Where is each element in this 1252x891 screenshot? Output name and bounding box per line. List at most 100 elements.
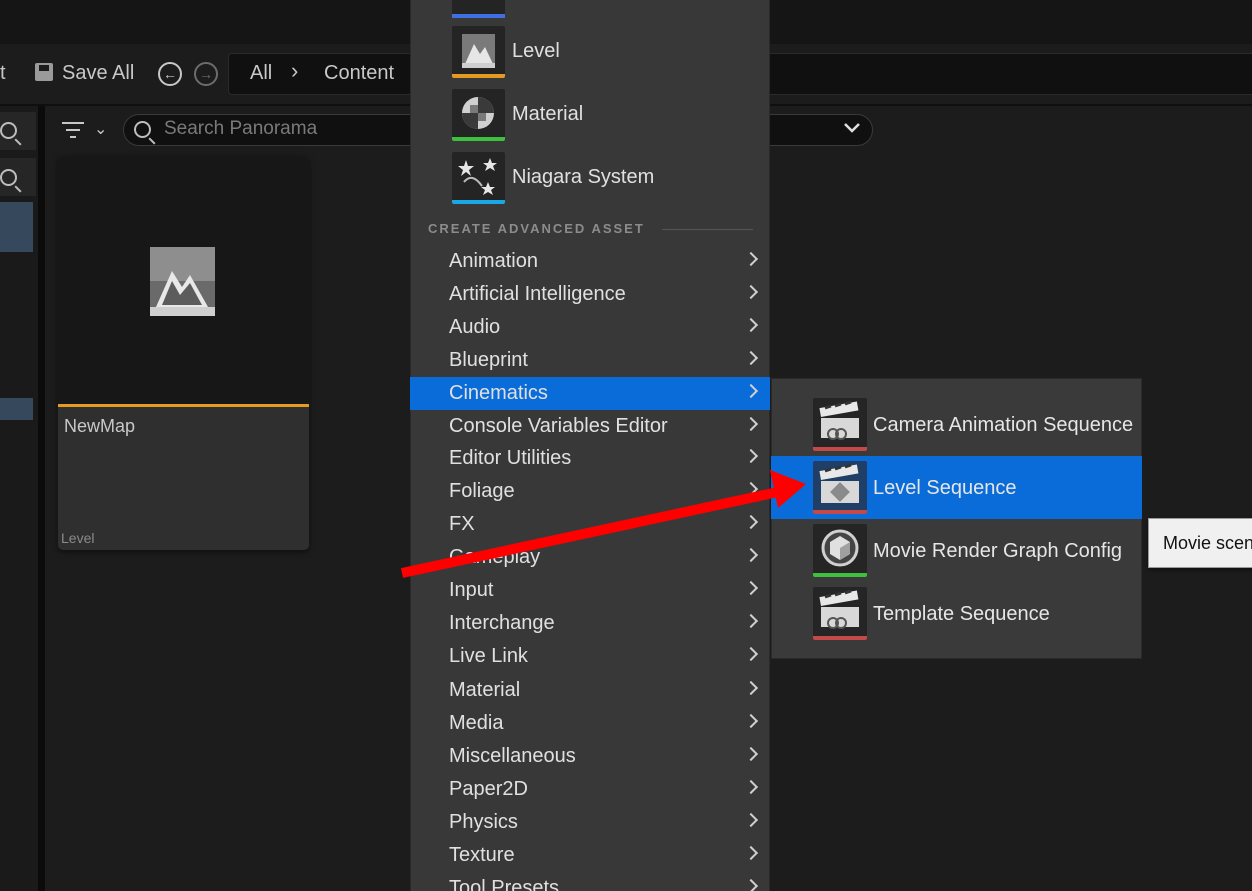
category-label: Media bbox=[449, 712, 504, 734]
submenu-item-template-sequence[interactable]: Template Sequence bbox=[771, 582, 1142, 645]
render-graph-icon bbox=[813, 524, 867, 577]
material-icon bbox=[452, 89, 505, 141]
submenu-item-label: Level Sequence bbox=[873, 477, 1017, 499]
submenu-item-movie-render-graph-config[interactable]: Movie Render Graph Config bbox=[771, 519, 1142, 582]
category-label: Tool Presets bbox=[449, 877, 560, 891]
menu-category-physics[interactable]: Physics bbox=[410, 806, 770, 839]
menu-category-input[interactable]: Input bbox=[410, 574, 770, 607]
menu-category-paper2d[interactable]: Paper2D bbox=[410, 773, 770, 806]
folder-item-highlight[interactable] bbox=[0, 398, 33, 420]
folder-item-selected[interactable] bbox=[0, 202, 33, 252]
sources-filter-search-button[interactable] bbox=[0, 158, 36, 196]
chevron-right-icon bbox=[743, 812, 759, 828]
niagara-icon bbox=[452, 152, 505, 204]
chevron-down-icon[interactable]: ⌄ bbox=[94, 119, 107, 139]
menu-item-level[interactable]: Level bbox=[410, 22, 770, 82]
category-label: Paper2D bbox=[449, 778, 528, 800]
chevron-right-icon bbox=[743, 448, 759, 464]
category-label: Input bbox=[449, 579, 494, 601]
tooltip-text: Movie scen bbox=[1163, 533, 1252, 553]
chevron-right-icon bbox=[743, 317, 759, 333]
save-icon bbox=[35, 63, 53, 81]
menu-item-label: Niagara System bbox=[512, 166, 655, 188]
chevron-right-icon bbox=[743, 547, 759, 563]
category-label: Texture bbox=[449, 844, 515, 866]
menu-category-tool-presets[interactable]: Tool Presets bbox=[410, 872, 770, 891]
chevron-right-icon bbox=[743, 514, 759, 530]
forward-arrow-icon[interactable]: → bbox=[194, 62, 218, 86]
menu-category-animation[interactable]: Animation bbox=[410, 245, 770, 278]
chevron-right-icon bbox=[743, 580, 759, 596]
submenu-item-level-sequence[interactable]: Level Sequence bbox=[771, 456, 1142, 519]
menu-category-artificial-intelligence[interactable]: Artificial Intelligence bbox=[410, 278, 770, 311]
menu-item-label: Material bbox=[512, 103, 584, 125]
toolbar-partial-label[interactable]: t bbox=[0, 63, 6, 83]
search-icon bbox=[0, 169, 17, 186]
submenu-item-label: Movie Render Graph Config bbox=[873, 540, 1123, 562]
blueprint-class-icon[interactable] bbox=[452, 0, 505, 18]
chevron-right-icon bbox=[743, 746, 759, 762]
chevron-right-icon bbox=[743, 646, 759, 662]
chevron-right-icon bbox=[743, 350, 759, 366]
menu-item-niagara-system[interactable]: Niagara System bbox=[410, 148, 770, 208]
category-label: Console Variables Editor bbox=[449, 415, 668, 437]
category-label: Foliage bbox=[449, 480, 515, 502]
asset-name: NewMap bbox=[64, 416, 136, 436]
chevron-right-icon bbox=[743, 251, 759, 267]
menu-category-cinematics[interactable]: Cinematics bbox=[410, 377, 770, 410]
category-label: FX bbox=[449, 513, 475, 535]
menu-category-gameplay[interactable]: Gameplay bbox=[410, 541, 770, 574]
search-placeholder: Search Panorama bbox=[164, 118, 318, 139]
clapperboard-icon bbox=[813, 587, 867, 640]
back-arrow-icon[interactable]: ← bbox=[158, 62, 182, 86]
category-label: Interchange bbox=[449, 612, 555, 634]
panel-splitter[interactable] bbox=[38, 106, 45, 891]
chevron-right-icon bbox=[743, 481, 759, 497]
chevron-right-icon bbox=[743, 284, 759, 300]
category-label: Miscellaneous bbox=[449, 745, 576, 767]
submenu-item-camera-animation-sequence[interactable]: Camera Animation Sequence bbox=[771, 393, 1142, 456]
menu-category-interchange[interactable]: Interchange bbox=[410, 607, 770, 640]
menu-category-media[interactable]: Media bbox=[410, 707, 770, 740]
menu-category-console-variables-editor[interactable]: Console Variables Editor bbox=[410, 410, 770, 443]
category-label: Audio bbox=[449, 316, 501, 338]
menu-category-blueprint[interactable]: Blueprint bbox=[410, 344, 770, 377]
save-all-button[interactable]: Save All bbox=[62, 63, 134, 83]
category-label: Physics bbox=[449, 811, 518, 833]
filter-icon[interactable] bbox=[62, 120, 86, 140]
chevron-right-icon bbox=[743, 779, 759, 795]
menu-category-audio[interactable]: Audio bbox=[410, 311, 770, 344]
section-divider bbox=[662, 229, 753, 230]
chevron-right-icon bbox=[743, 613, 759, 629]
breadcrumb-chevron-icon: › bbox=[291, 58, 299, 83]
menu-category-miscellaneous[interactable]: Miscellaneous bbox=[410, 740, 770, 773]
submenu-item-label: Template Sequence bbox=[873, 603, 1050, 625]
menu-category-editor-utilities[interactable]: Editor Utilities bbox=[410, 442, 770, 475]
chevron-right-icon bbox=[743, 878, 759, 891]
menu-item-label: Level bbox=[512, 40, 560, 62]
breadcrumb-item-all[interactable]: All bbox=[250, 63, 272, 83]
menu-category-texture[interactable]: Texture bbox=[410, 839, 770, 872]
chevron-right-icon bbox=[743, 416, 759, 432]
menu-item-material[interactable]: Material bbox=[410, 85, 770, 145]
menu-category-fx[interactable]: FX bbox=[410, 508, 770, 541]
category-label: Cinematics bbox=[449, 382, 548, 404]
chevron-down-icon[interactable] bbox=[842, 118, 862, 138]
clapperboard-icon bbox=[813, 398, 867, 451]
chevron-right-icon bbox=[743, 713, 759, 729]
search-icon bbox=[134, 121, 151, 138]
menu-category-material[interactable]: Material bbox=[410, 674, 770, 707]
breadcrumb-item-content[interactable]: Content bbox=[324, 63, 394, 83]
level-icon bbox=[452, 26, 505, 78]
category-label: Artificial Intelligence bbox=[449, 283, 626, 305]
chevron-right-icon bbox=[743, 845, 759, 861]
category-label: Editor Utilities bbox=[449, 447, 572, 469]
asset-type-label: Level bbox=[61, 530, 95, 546]
menu-category-live-link[interactable]: Live Link bbox=[410, 640, 770, 673]
asset-thumbnail bbox=[58, 156, 309, 404]
menu-category-foliage[interactable]: Foliage bbox=[410, 475, 770, 508]
sources-search-button[interactable] bbox=[0, 112, 36, 150]
asset-tile-newmap[interactable]: NewMap Level bbox=[58, 156, 309, 550]
asset-type-strip bbox=[58, 404, 309, 407]
category-label: Gameplay bbox=[449, 546, 541, 568]
